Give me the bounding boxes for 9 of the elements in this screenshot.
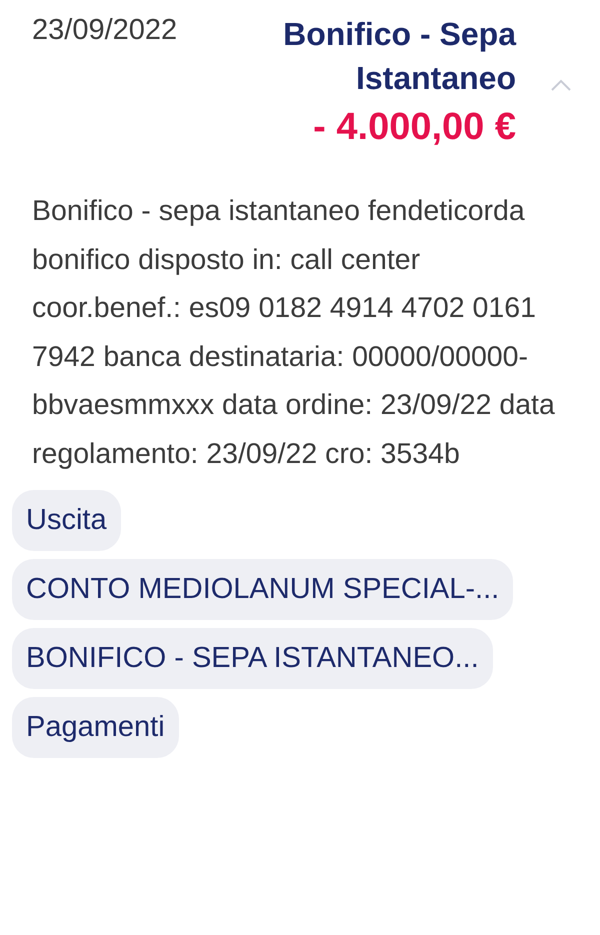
category-tag: Uscita: [12, 490, 121, 551]
transaction-amount: - 4.000,00 €: [313, 106, 516, 149]
category-tag: BONIFICO - SEPA ISTANTANEO...: [12, 628, 493, 689]
category-tag: Pagamenti: [12, 697, 179, 758]
transaction-description: Bonifico - sepa istantaneo fendeticorda bonifico disposto in: call center coor.benef.: es09 0182 4914 4702 0161 7942 banca destinataria: 00000/00000-bbvaesmmxxx data ordine: 23/09/22 data regolamento: 23/09/22 cro: 3534b: [31, 194, 556, 472]
transaction-title: Bonifico - Sepa Istantaneo: [282, 15, 516, 98]
chevron-up-icon[interactable]: [550, 78, 572, 92]
transaction-date: 23/09/2022: [32, 13, 178, 48]
category-tag: CONTO MEDIOLANUM SPECIAL-...: [12, 559, 514, 620]
